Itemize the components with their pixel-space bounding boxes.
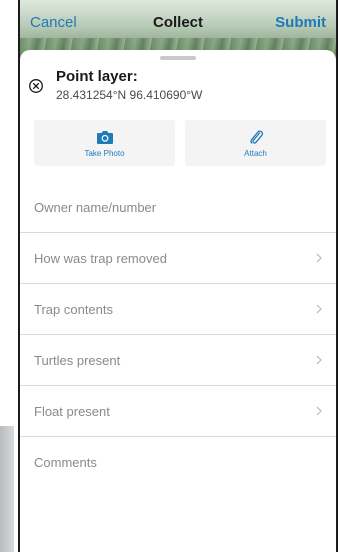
collect-sheet: Point layer: 28.431254°N 96.410690°W Tak… <box>20 50 336 552</box>
cancel-button[interactable]: Cancel <box>30 14 77 31</box>
take-photo-button[interactable]: Take Photo <box>34 120 175 166</box>
chevron-right-icon <box>316 355 322 365</box>
close-circle-x-icon[interactable] <box>28 78 44 94</box>
location-header: Point layer: 28.431254°N 96.410690°W <box>20 66 336 116</box>
page-title: Collect <box>152 13 204 31</box>
turtles-present-label: Turtles present <box>34 352 121 368</box>
coordinates: 28.431254°N 96.410690°W <box>56 88 203 102</box>
chevron-right-icon <box>316 253 322 263</box>
attach-label: Attach <box>244 148 267 158</box>
submit-button[interactable]: Submit <box>275 14 326 31</box>
phone-screen: Cancel Collect Submit Point layer: 28.43… <box>18 0 338 552</box>
take-photo-label: Take Photo <box>84 148 125 158</box>
sheet-grabber[interactable] <box>160 56 196 60</box>
trap-removed-field[interactable]: How was trap removed <box>20 233 336 284</box>
float-present-label: Float present <box>34 403 110 419</box>
gutter-strip <box>0 426 14 552</box>
owner-name-label: Owner name/number <box>34 199 157 215</box>
navigation-bar: Cancel Collect Submit <box>20 0 336 44</box>
trap-removed-label: How was trap removed <box>34 250 167 266</box>
layer-name: Point layer: <box>56 68 138 85</box>
camera-icon <box>96 130 113 144</box>
attachment-actions: Take Photo Attach <box>20 120 336 166</box>
turtles-present-field[interactable]: Turtles present <box>20 335 336 386</box>
chevron-right-icon <box>316 304 322 314</box>
left-gutter <box>0 0 18 552</box>
trap-contents-field[interactable]: Trap contents <box>20 284 336 335</box>
chevron-right-icon <box>316 406 322 416</box>
comments-label: Comments <box>34 455 97 470</box>
owner-name-field[interactable]: Owner name/number <box>20 182 336 233</box>
attach-button[interactable]: Attach <box>185 120 326 166</box>
form-fields: Owner name/number How was trap removed T… <box>20 182 336 488</box>
paperclip-icon <box>249 129 263 144</box>
comments-field[interactable]: Comments <box>20 437 336 488</box>
trap-contents-label: Trap contents <box>34 301 114 317</box>
float-present-field[interactable]: Float present <box>20 386 336 437</box>
